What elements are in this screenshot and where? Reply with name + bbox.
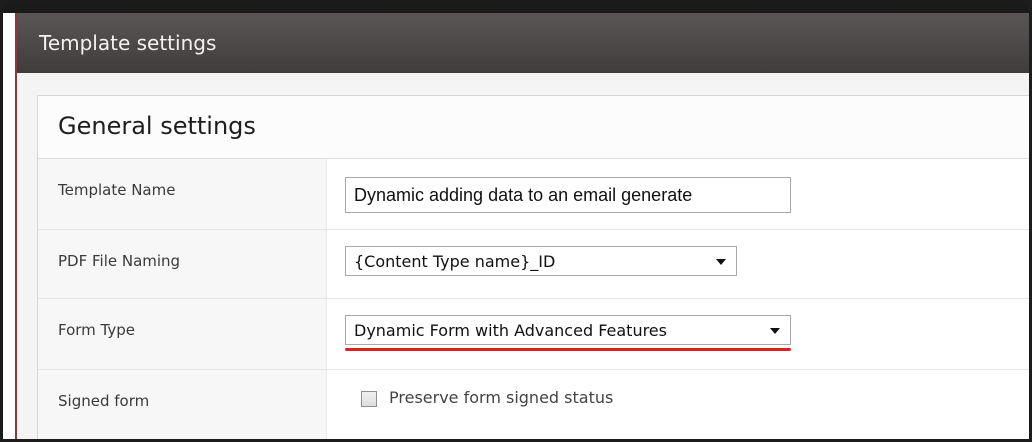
row-value-cell: {Content Type name}_ID <box>327 230 1029 298</box>
row-label-cell: Template Name <box>38 159 327 229</box>
template-name-input[interactable] <box>345 177 791 213</box>
row-value-cell: Preserve form signed status <box>327 370 1029 439</box>
row-form-type: Form Type Dynamic Form with Advanced Fea… <box>38 299 1029 370</box>
screenshot-frame: Template settings General settings Templ… <box>0 0 1032 442</box>
row-label-cell: Form Type <box>38 299 327 369</box>
general-settings-panel: General settings Template Name PDF File … <box>37 95 1029 439</box>
row-value-cell: Dynamic Form with Advanced Features <box>327 299 1029 369</box>
dialog-body: General settings Template Name PDF File … <box>15 73 1029 439</box>
dialog-title: Template settings <box>39 31 217 55</box>
top-strip <box>3 3 1029 13</box>
pdf-file-naming-label: PDF File Naming <box>58 252 181 270</box>
form-type-value: Dynamic Form with Advanced Features <box>354 321 667 340</box>
section-header: General settings <box>38 96 1029 159</box>
row-label-cell: PDF File Naming <box>38 230 327 298</box>
row-signed-form: Signed form Preserve form signed status <box>38 370 1029 439</box>
form-type-label: Form Type <box>58 321 136 339</box>
section-title: General settings <box>58 112 256 140</box>
signed-form-label: Signed form <box>58 392 150 410</box>
form-type-select[interactable]: Dynamic Form with Advanced Features <box>345 315 791 345</box>
chevron-down-icon <box>770 328 780 334</box>
chevron-down-icon <box>716 259 726 265</box>
preserve-signed-status-label[interactable]: Preserve form signed status <box>389 388 613 407</box>
row-value-cell <box>327 159 1029 229</box>
dialog-titlebar[interactable]: Template settings <box>15 13 1029 73</box>
pdf-file-naming-value: {Content Type name}_ID <box>354 252 556 271</box>
template-name-label: Template Name <box>58 181 176 199</box>
highlight-underline <box>345 348 791 351</box>
row-pdf-file-naming: PDF File Naming {Content Type name}_ID <box>38 230 1029 299</box>
preserve-signed-status-checkbox[interactable] <box>361 391 377 407</box>
pdf-file-naming-select[interactable]: {Content Type name}_ID <box>345 246 737 276</box>
row-label-cell: Signed form <box>38 370 327 439</box>
row-template-name: Template Name <box>38 159 1029 230</box>
